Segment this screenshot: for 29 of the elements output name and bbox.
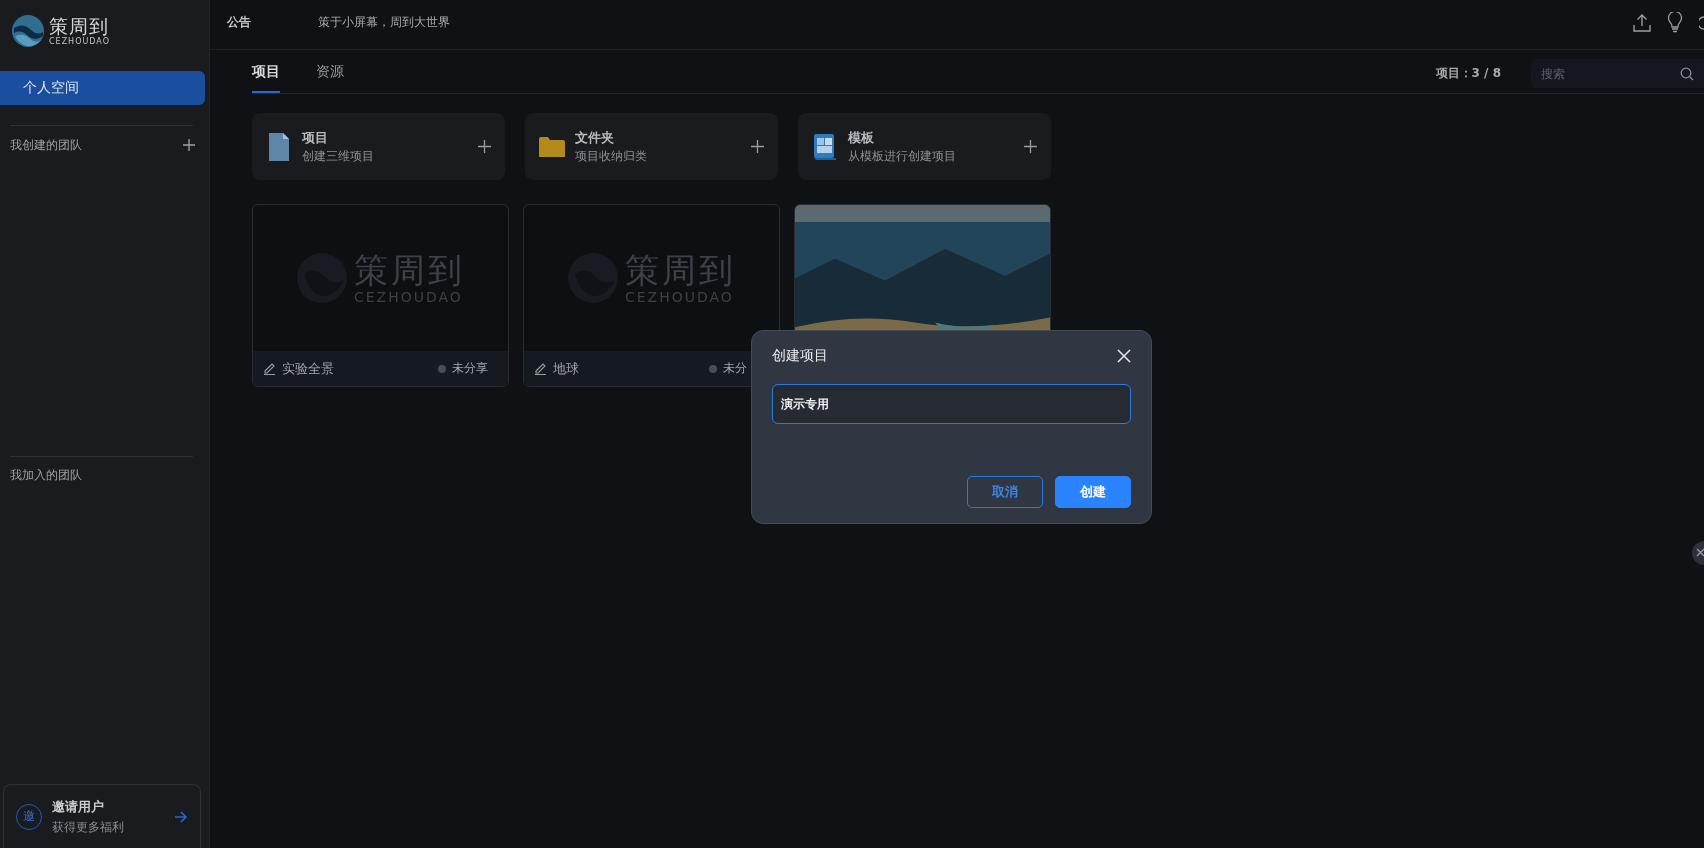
notice-label: 公告 xyxy=(227,14,252,31)
input-field[interactable]: 演示专用 xyxy=(772,384,1131,424)
card-subtitle: 从模板进行创建项目 xyxy=(848,149,957,164)
logo-subtitle: CEZHOUDAO xyxy=(49,37,110,47)
card-title: 项目 xyxy=(302,129,329,147)
create-card[interactable]: 模板 从模板进行创建项目 xyxy=(798,113,1051,180)
create-button[interactable]: 创建 xyxy=(1055,476,1131,508)
invite-title: 邀请用户 xyxy=(52,797,105,816)
card-title: 文件夹 xyxy=(575,129,615,147)
tab[interactable]: 资源 xyxy=(316,63,344,93)
card-title: 模板 xyxy=(848,129,875,147)
create-card[interactable]: 项目 创建三维项目 xyxy=(252,113,505,180)
card-subtitle: 创建三维项目 xyxy=(302,149,375,164)
logo-name: 策周到 xyxy=(49,15,110,37)
section-title: 我加入的团队 xyxy=(10,467,82,484)
project-name: 地球 xyxy=(553,359,580,378)
card-subtitle: 项目收纳归类 xyxy=(575,149,648,164)
invite-card[interactable]: 邀 邀请用户 获得更多福利 xyxy=(3,784,201,848)
create-card[interactable]: 文件夹 项目收纳归类 xyxy=(525,113,778,180)
section-title: 我创建的团队 xyxy=(10,136,82,154)
notice-text: 策于小屏幕，周到大世界 xyxy=(318,14,451,31)
invite-subtitle: 获得更多福利 xyxy=(52,818,125,836)
share-status: 未分享 xyxy=(452,360,489,377)
project-name: 实验全景 xyxy=(282,359,335,378)
project-count: 项目：3 / 8 xyxy=(1435,65,1501,82)
share-status: 未分 xyxy=(723,360,748,377)
search-field[interactable]: 搜索 xyxy=(1531,59,1704,88)
sidebar-item[interactable]: 个人空间 xyxy=(0,71,205,105)
tab[interactable]: 项目 xyxy=(252,63,280,93)
